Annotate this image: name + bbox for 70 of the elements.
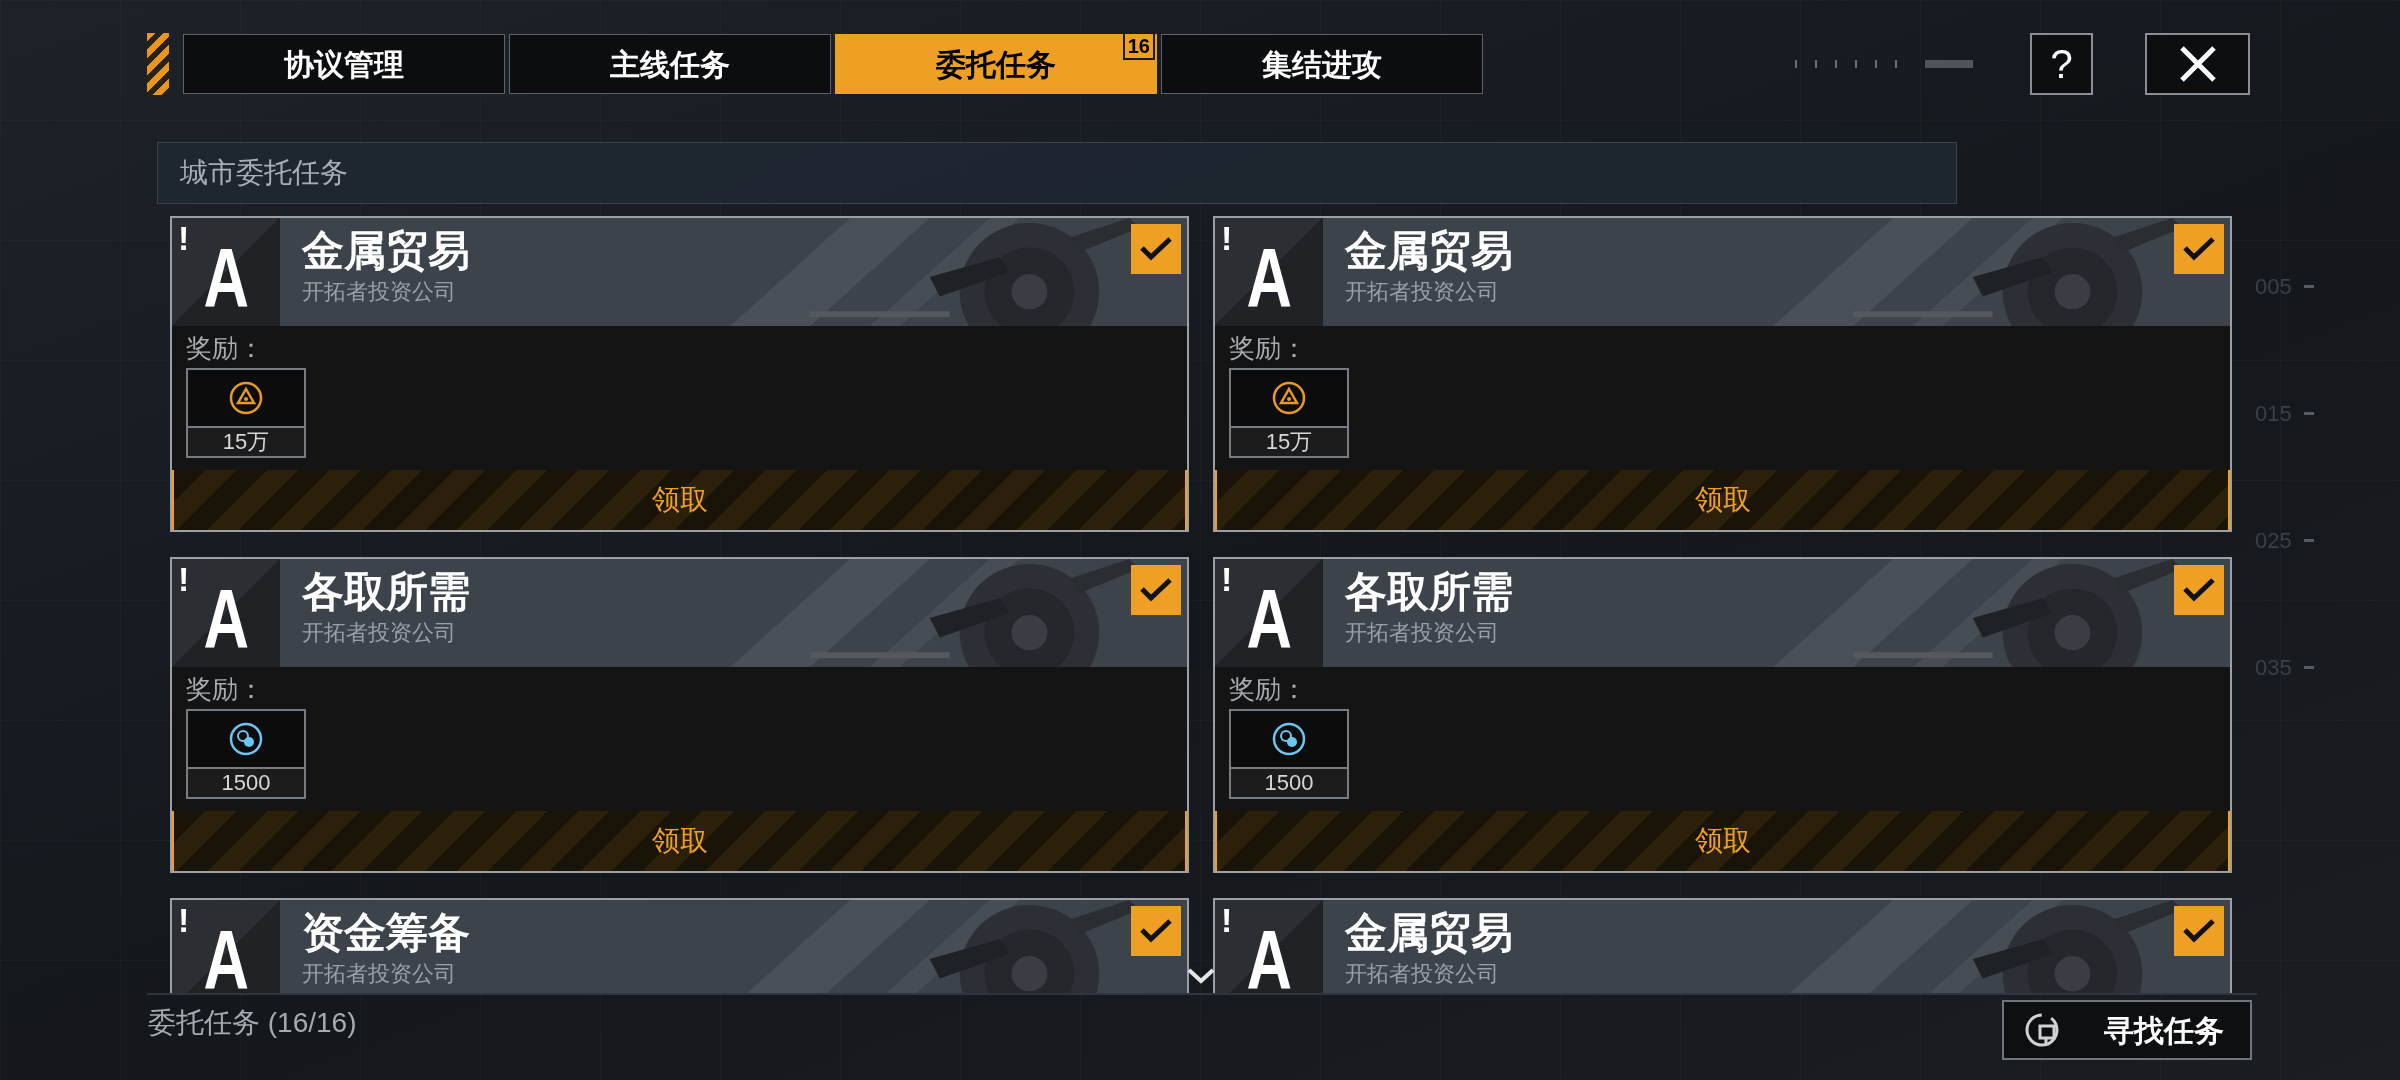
claim-button[interactable]: 领取 [172,811,1187,871]
grade-letter: A [203,912,249,994]
grade-letter: A [203,571,249,667]
reward-item[interactable]: 15万 [186,368,306,458]
reward-label: 奖励： [186,673,264,705]
tab[interactable]: 主线任务 [509,34,831,94]
reward-item[interactable]: 1500 [186,709,306,799]
reward-label: 奖励： [1229,673,1307,705]
reward-label: 奖励： [186,332,264,364]
reward-item[interactable]: 15万 [1229,368,1349,458]
check-icon [1139,577,1173,603]
chevron-down-icon [1186,966,1216,986]
checkbox[interactable] [1131,906,1181,956]
quest-title: 金属贸易 [302,226,470,276]
alert-mark: ! [178,220,190,256]
grade-letter: A [1246,230,1292,326]
reward-item[interactable]: 1500 [1229,709,1349,799]
checkbox[interactable] [1131,224,1181,274]
company-name: 开拓者投资公司 [302,960,457,988]
quest-title: 各取所需 [302,567,470,617]
check-icon [2182,577,2216,603]
checkbox[interactable] [2174,565,2224,615]
section-title: 城市委托任务 [180,156,348,190]
checkbox[interactable] [2174,224,2224,274]
help-button[interactable]: ? [2030,33,2093,95]
alert-mark: ! [178,902,190,938]
company-name: 开拓者投资公司 [302,278,457,306]
check-icon [2182,918,2216,944]
reward-amount: 1500 [188,767,304,797]
company-name: 开拓者投资公司 [1345,278,1500,306]
claim-button[interactable]: 领取 [1215,811,2230,871]
grade-letter: A [203,230,249,326]
claim-button[interactable]: 领取 [172,470,1187,530]
reward-amount: 15万 [1231,426,1347,456]
close-button[interactable] [2145,33,2250,95]
quest-title: 金属贸易 [1345,908,1513,958]
find-quest-button[interactable]: 寻找任务 [2002,1000,2252,1060]
tick-scale-icon [1795,57,1975,71]
grade-letter: A [1246,912,1292,994]
company-name: 开拓者投资公司 [1345,960,1500,988]
alert-mark: ! [1221,902,1233,938]
check-icon [1139,918,1173,944]
alert-mark: ! [1221,220,1233,256]
checkbox[interactable] [2174,906,2224,956]
quest-count: 委托任务 (16/16) [148,1006,357,1040]
orb-icon [1271,721,1307,757]
alert-mark: ! [1221,561,1233,597]
reward-label: 奖励： [1229,332,1307,364]
orb-icon [228,721,264,757]
reward-amount: 15万 [188,426,304,456]
alert-mark: ! [178,561,190,597]
checkbox[interactable] [1131,565,1181,615]
grade-letter: A [1246,571,1292,667]
quest-title: 资金筹备 [302,908,470,958]
reward-amount: 1500 [1231,767,1347,797]
close-icon [2177,44,2218,84]
check-icon [1139,236,1173,262]
quest-title: 金属贸易 [1345,226,1513,276]
company-name: 开拓者投资公司 [1345,619,1500,647]
tab[interactable]: 集结进攻 [1161,34,1483,94]
stripe-marker [147,33,169,95]
check-icon [2182,236,2216,262]
tab[interactable]: 委托任务 16 [835,34,1157,94]
count-badge: 16 [1122,32,1155,60]
company-name: 开拓者投资公司 [302,619,457,647]
claim-button[interactable]: 领取 [1215,470,2230,530]
quest-title: 各取所需 [1345,567,1513,617]
triangle-coin-icon [228,380,264,416]
tab[interactable]: 协议管理 [183,34,505,94]
triangle-coin-icon [1271,380,1307,416]
